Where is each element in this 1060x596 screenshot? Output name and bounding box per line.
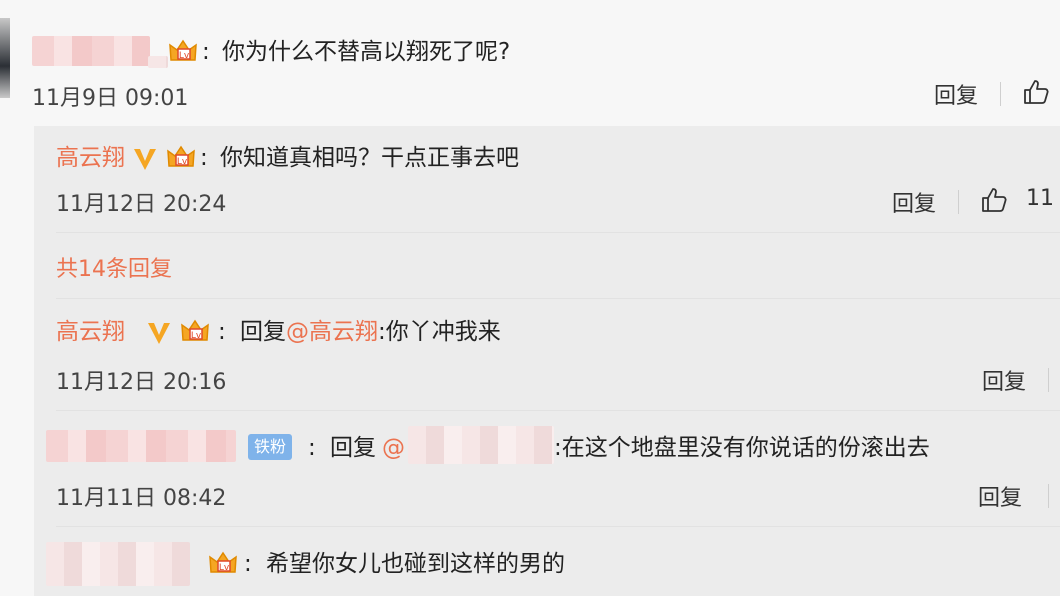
fan-badge: 铁粉: [248, 434, 293, 460]
reply-button[interactable]: 回复: [934, 78, 978, 110]
username-redacted[interactable]: [46, 542, 190, 586]
reply-colon: :: [244, 551, 252, 577]
reply-text: :你丫冲我来: [378, 319, 501, 345]
reply-text: :在这个地盘里没有你说话的份滚出去: [554, 435, 930, 461]
username-redacted[interactable]: [46, 430, 236, 462]
vip-crown-icon: Lv: [181, 319, 209, 341]
like-icon[interactable]: [980, 186, 1008, 214]
reply-button[interactable]: 回复: [978, 480, 1022, 512]
reply-username[interactable]: 高云翔: [56, 142, 125, 174]
reply-button[interactable]: 回复: [892, 186, 936, 218]
reply-timestamp: 11月12日 20:16: [56, 370, 227, 395]
vip-crown-icon: Lv: [169, 39, 197, 61]
comment-text: 你为什么不替高以翔死了呢?: [222, 39, 511, 65]
comment-colon: :: [202, 39, 210, 65]
divider: [1048, 368, 1049, 392]
divider: [56, 232, 1060, 233]
svg-text:Lv: Lv: [177, 157, 188, 167]
mention-redacted[interactable]: [408, 426, 554, 464]
vip-crown-icon: Lv: [167, 145, 195, 167]
divider: [958, 190, 959, 214]
divider: [56, 526, 1060, 527]
reply-prefix: 回复: [330, 435, 376, 461]
mention-link[interactable]: @高云翔: [286, 319, 378, 345]
reply-colon: :: [218, 319, 226, 345]
svg-text:Lv: Lv: [179, 51, 190, 61]
divider: [1048, 484, 1049, 508]
like-icon[interactable]: [1022, 78, 1050, 106]
divider: [56, 410, 1060, 411]
like-count: 11: [1026, 186, 1054, 211]
svg-text:Lv: Lv: [219, 563, 230, 573]
avatar[interactable]: [0, 18, 10, 98]
vip-crown-icon: Lv: [209, 551, 237, 573]
username-redacted[interactable]: [32, 36, 150, 66]
reply-prefix: 回复: [240, 319, 286, 345]
comment-timestamp: 11月9日 09:01: [32, 86, 189, 111]
divider: [56, 298, 1060, 299]
reply-timestamp: 11月11日 08:42: [56, 486, 227, 511]
reply-button[interactable]: 回复: [982, 364, 1026, 396]
mention-link[interactable]: @: [382, 432, 405, 464]
username-redacted-tail: [148, 56, 168, 68]
reply-text: 你知道真相吗？干点正事去吧: [220, 145, 519, 171]
reply-username[interactable]: 高云翔: [56, 316, 125, 348]
svg-text:Lv: Lv: [191, 331, 202, 341]
reply-content: 回复@高云翔:你丫冲我来: [240, 316, 501, 348]
verified-v-icon: [148, 323, 170, 344]
verified-v-icon: [134, 149, 156, 170]
reply-timestamp: 11月12日 20:24: [56, 192, 227, 217]
reply-text: 希望你女儿也碰到这样的男的: [266, 551, 565, 577]
reply-colon: :: [200, 145, 208, 171]
more-replies-link[interactable]: 共14条回复: [56, 254, 172, 286]
divider: [1000, 82, 1001, 106]
reply-colon: :: [308, 435, 316, 461]
